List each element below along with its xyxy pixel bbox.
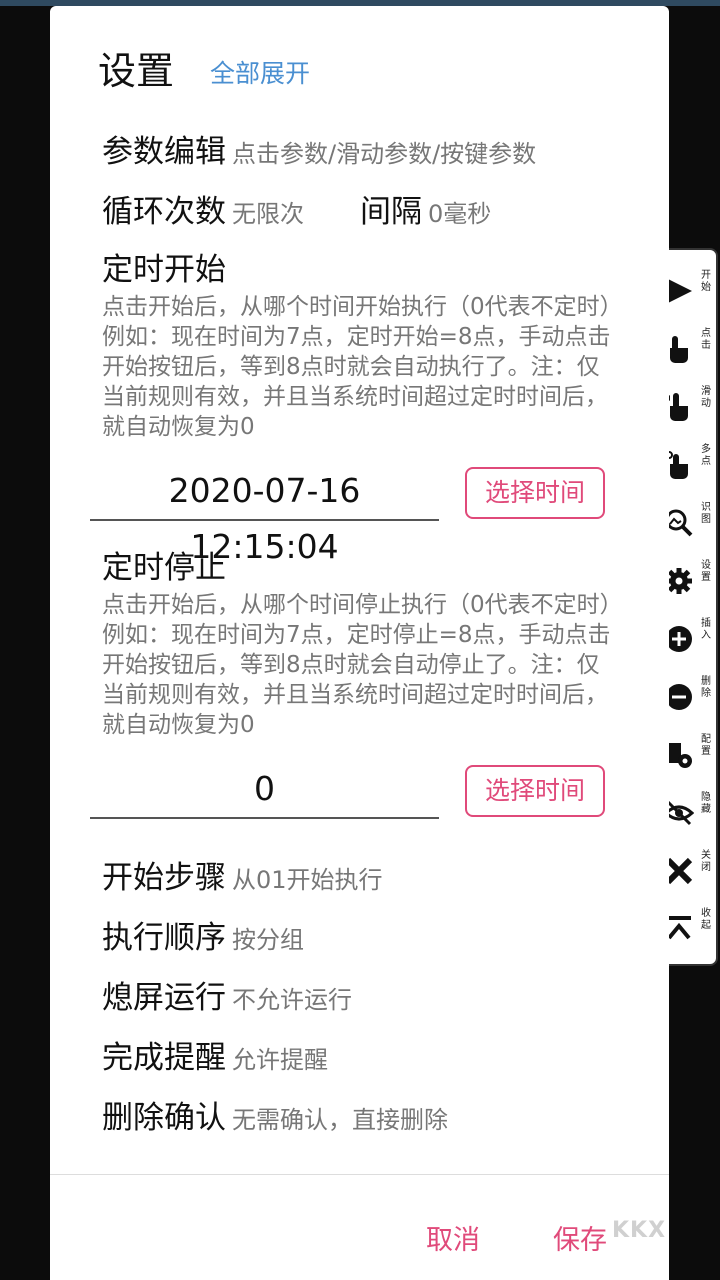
timed-stop-heading: 定时停止 — [102, 548, 226, 593]
row-value: 不允许运行 — [232, 986, 352, 1014]
timed-stop-select-time-button[interactable]: 选择时间 — [465, 765, 605, 817]
toolbar-label: 开始 — [701, 270, 711, 293]
divider — [50, 1174, 669, 1175]
timed-stop-input[interactable]: 0 — [90, 761, 439, 819]
interval-row[interactable]: 间隔 0毫秒 — [360, 192, 491, 237]
toolbar-label: 点击 — [701, 328, 711, 351]
row-value: 从01开始执行 — [232, 866, 383, 894]
row-value: 无需确认，直接删除 — [232, 1106, 448, 1134]
toolbar-label: 隐藏 — [701, 792, 711, 815]
row-label: 循环次数 — [102, 194, 226, 230]
toolbar-label: 多点 — [701, 444, 711, 467]
save-button[interactable]: 保存 — [553, 1221, 607, 1261]
loop-count-row[interactable]: 循环次数 无限次 — [102, 192, 304, 237]
start-step-row[interactable]: 开始步骤 从01开始执行 — [102, 858, 383, 903]
toolbar-label: 设置 — [701, 560, 711, 583]
toolbar-label: 收起 — [701, 908, 711, 931]
timed-start-description: 点击开始后，从哪个时间开始执行（0代表不定时）例如：现在时间为7点，定时开始=8… — [102, 294, 612, 440]
timed-stop-description: 点击开始后，从哪个时间停止执行（0代表不定时）例如：现在时间为7点，定时停止=8… — [102, 592, 612, 738]
row-label: 删除确认 — [102, 1100, 226, 1136]
completion-reminder-row[interactable]: 完成提醒 允许提醒 — [102, 1038, 328, 1083]
exec-order-row[interactable]: 执行顺序 按分组 — [102, 918, 304, 963]
toolbar-label: 配置 — [701, 734, 711, 757]
row-value: 点击参数/滑动参数/按键参数 — [232, 140, 537, 168]
row-value: 无限次 — [232, 200, 304, 228]
screen-off-row[interactable]: 熄屏运行 不允许运行 — [102, 978, 352, 1023]
cancel-button[interactable]: 取消 — [426, 1221, 480, 1261]
timed-start-heading: 定时开始 — [102, 250, 226, 295]
toolbar-label: 关闭 — [701, 850, 711, 873]
row-value: 0毫秒 — [428, 200, 492, 228]
timed-start-input[interactable]: 2020-07-16 12:15:04 — [90, 463, 439, 566]
toolbar-label: 插入 — [701, 618, 711, 641]
row-label: 参数编辑 — [102, 134, 226, 170]
toolbar-label: 滑动 — [701, 386, 711, 409]
expand-all-link[interactable]: 全部展开 — [210, 58, 310, 90]
delete-confirm-row[interactable]: 删除确认 无需确认，直接删除 — [102, 1098, 448, 1143]
section-label: 定时停止 — [102, 550, 226, 586]
settings-dialog: 设置 全部展开 参数编辑 点击参数/滑动参数/按键参数 循环次数 无限次 间隔 0毫秒… — [50, 6, 669, 1280]
row-label: 完成提醒 — [102, 1040, 226, 1076]
toolbar-label: 删除 — [701, 676, 711, 699]
watermark: KKX — [612, 1218, 667, 1243]
row-label: 开始步骤 — [102, 860, 226, 896]
section-label: 定时开始 — [102, 252, 226, 288]
row-label: 间隔 — [360, 194, 422, 230]
row-label: 执行顺序 — [102, 920, 226, 956]
row-label: 熄屏运行 — [102, 980, 226, 1016]
row-value: 按分组 — [232, 926, 304, 954]
toolbar-label: 识图 — [701, 502, 711, 525]
row-value: 允许提醒 — [232, 1046, 328, 1074]
timed-start-select-time-button[interactable]: 选择时间 — [465, 467, 605, 519]
dialog-title: 设置 — [98, 49, 175, 93]
param-edit-row[interactable]: 参数编辑 点击参数/滑动参数/按键参数 — [102, 132, 536, 177]
